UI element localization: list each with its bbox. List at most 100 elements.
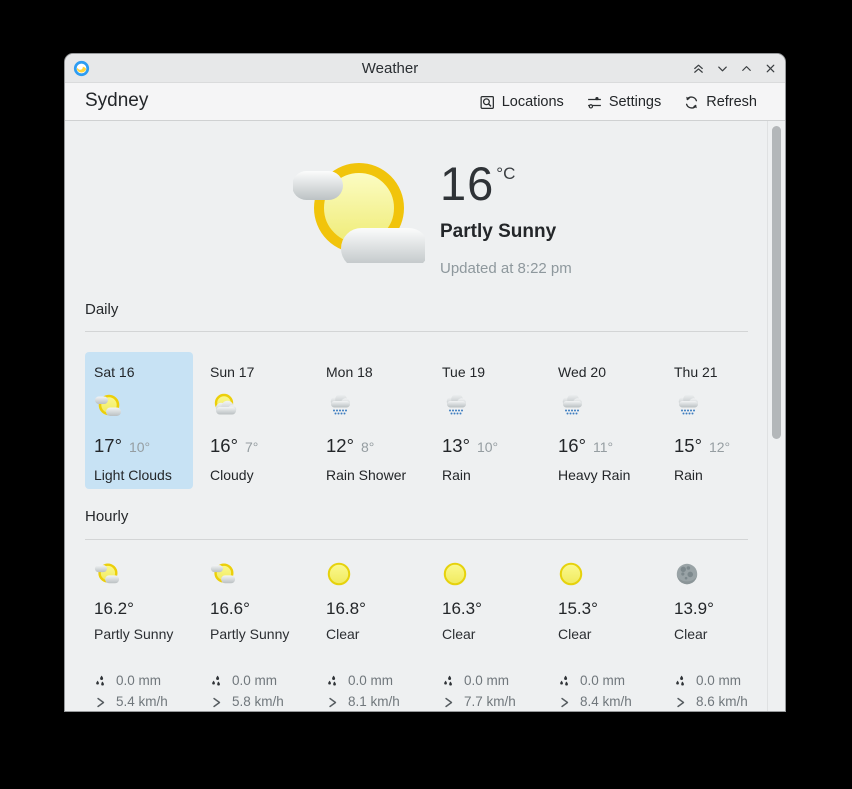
day-high-temp: 13°: [442, 435, 470, 457]
hour-temperature: 15.3°: [558, 599, 657, 619]
refresh-button-label: Refresh: [706, 94, 757, 110]
day-high-temp: 12°: [326, 435, 354, 457]
refresh-button[interactable]: Refresh: [683, 94, 757, 111]
day-label: Tue 19: [442, 365, 531, 380]
precipitation-drops-icon: [210, 675, 223, 688]
wind-direction-chevron-icon: [674, 696, 687, 709]
day-low-temp: 10°: [129, 439, 150, 455]
page-header: Sydney Locations Settings: [65, 83, 785, 121]
rain-icon: [558, 392, 586, 420]
chevron-down-icon: [715, 61, 730, 76]
double-chevron-up-icon: [691, 61, 706, 76]
wind-direction-chevron-icon: [326, 696, 339, 709]
hour-wind-value: 8.1 km/h: [348, 694, 400, 710]
daily-forecast-card[interactable]: Thu 21 15° 12° Rain: [665, 352, 773, 489]
day-low-temp: 8°: [361, 439, 374, 455]
day-label: Thu 21: [674, 365, 763, 380]
vertical-scrollbar[interactable]: [767, 121, 785, 711]
hourly-forecast-item[interactable]: 15.3° Clear 0.0 mm 8.4 km/h: [549, 554, 657, 710]
current-temperature-value: 16: [440, 159, 494, 209]
daily-forecast-card[interactable]: Sun 17 16° 7° Cloudy: [201, 352, 309, 489]
daily-forecast-card[interactable]: Mon 18 12° 8° Rain Shower: [317, 352, 425, 489]
wind-direction-chevron-icon: [442, 696, 455, 709]
hour-wind-value: 5.8 km/h: [232, 694, 284, 710]
locations-button[interactable]: Locations: [479, 94, 564, 111]
day-low-temp: 12°: [709, 439, 730, 455]
day-low-temp: 11°: [593, 439, 613, 455]
locations-button-label: Locations: [502, 94, 564, 110]
minimize-button[interactable]: [714, 61, 730, 77]
daily-forecast-card[interactable]: Wed 20 16° 11° Heavy Rain: [549, 352, 657, 489]
sliders-icon: [586, 94, 603, 111]
hour-temperature: 16.6°: [210, 599, 309, 619]
updated-timestamp: Updated at 8:22 pm: [440, 260, 572, 277]
rain-icon: [326, 392, 354, 420]
hour-wind-value: 5.4 km/h: [116, 694, 168, 710]
settings-button[interactable]: Settings: [586, 94, 661, 111]
hour-precipitation-value: 0.0 mm: [464, 673, 509, 689]
precipitation-drops-icon: [674, 675, 687, 688]
hour-condition-label: Partly Sunny: [210, 625, 290, 663]
hourly-forecast-item[interactable]: 16.2° Partly Sunny 0.0 mm 5.4 km/h: [85, 554, 193, 710]
clear-day-icon: [326, 561, 352, 587]
rain-icon: [674, 392, 702, 420]
map-search-icon: [479, 94, 496, 111]
day-condition-label: Rain: [442, 467, 531, 483]
hour-condition-label: Partly Sunny: [94, 625, 174, 663]
day-low-temp: 7°: [245, 439, 258, 455]
day-label: Sat 16: [94, 365, 183, 380]
clear-night-moon-icon: [674, 561, 700, 587]
hour-precipitation-value: 0.0 mm: [696, 673, 741, 689]
hour-condition-label: Clear: [674, 625, 754, 663]
day-high-temp: 15°: [674, 435, 702, 457]
rain-icon: [442, 392, 470, 420]
scrollbar-thumb[interactable]: [772, 126, 781, 439]
light-clouds-icon: [94, 392, 122, 420]
precipitation-drops-icon: [326, 675, 339, 688]
current-temperature: 16 °C: [440, 159, 572, 209]
day-condition-label: Rain: [674, 467, 763, 483]
precipitation-drops-icon: [442, 675, 455, 688]
close-button[interactable]: [762, 61, 778, 77]
current-temperature-unit: °C: [496, 164, 515, 184]
hour-wind-value: 7.7 km/h: [464, 694, 516, 710]
daily-forecast-row: Sat 16 17° 10° Light Clouds Sun 17: [85, 352, 773, 489]
hourly-forecast-item[interactable]: 13.9° Clear 0.0 mm 8.6 km/h: [665, 554, 773, 710]
wind-direction-chevron-icon: [94, 696, 107, 709]
day-condition-label: Cloudy: [210, 467, 299, 483]
precipitation-drops-icon: [558, 675, 571, 688]
day-condition-label: Light Clouds: [94, 467, 183, 483]
titlebar[interactable]: Weather: [65, 54, 785, 83]
day-high-temp: 16°: [210, 435, 238, 457]
partly-sunny-icon: [210, 561, 236, 587]
refresh-icon: [683, 94, 700, 111]
hour-condition-label: Clear: [326, 625, 406, 663]
day-condition-label: Heavy Rain: [558, 467, 647, 483]
precipitation-drops-icon: [94, 675, 107, 688]
hourly-forecast-item[interactable]: 16.6° Partly Sunny 0.0 mm 5.8 km/h: [201, 554, 309, 710]
hour-precipitation-value: 0.0 mm: [232, 673, 277, 689]
hourly-divider: [85, 539, 748, 540]
keep-above-button[interactable]: [690, 61, 706, 77]
hour-precipitation-value: 0.0 mm: [580, 673, 625, 689]
hour-wind-value: 8.6 km/h: [696, 694, 748, 710]
hour-temperature: 16.8°: [326, 599, 425, 619]
cloudy-icon: [210, 392, 238, 420]
window-title: Weather: [65, 54, 715, 83]
day-high-temp: 16°: [558, 435, 586, 457]
hour-temperature: 13.9°: [674, 599, 773, 619]
daily-divider: [85, 331, 748, 332]
settings-button-label: Settings: [609, 94, 661, 110]
daily-forecast-card[interactable]: Sat 16 17° 10° Light Clouds: [85, 352, 193, 489]
close-icon: [763, 61, 778, 76]
maximize-button[interactable]: [738, 61, 754, 77]
hourly-forecast-item[interactable]: 16.3° Clear 0.0 mm 7.7 km/h: [433, 554, 541, 710]
day-low-temp: 10°: [477, 439, 498, 455]
hourly-forecast-item[interactable]: 16.8° Clear 0.0 mm 8.1 km/h: [317, 554, 425, 710]
day-label: Wed 20: [558, 365, 647, 380]
weather-app-window: Weather: [64, 53, 786, 712]
daily-forecast-card[interactable]: Tue 19 13° 10° Rain: [433, 352, 541, 489]
day-label: Mon 18: [326, 365, 415, 380]
hourly-forecast-row: 16.2° Partly Sunny 0.0 mm 5.4 km/h: [85, 554, 773, 710]
clear-day-icon: [442, 561, 468, 587]
